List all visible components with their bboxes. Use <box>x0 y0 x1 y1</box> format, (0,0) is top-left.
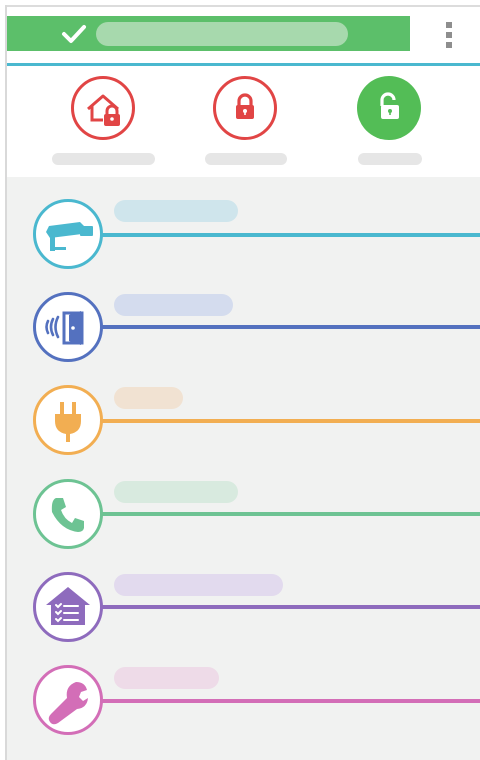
home-armed-mode-button[interactable] <box>71 76 135 140</box>
door-sensors-row-line <box>97 325 480 329</box>
smart-plugs-row-button[interactable] <box>33 385 103 455</box>
home-checklist-row-button[interactable] <box>33 572 103 642</box>
smart-plugs-row-line <box>97 419 480 423</box>
disarmed-mode-label <box>358 153 422 165</box>
home-checklist-row-label[interactable] <box>114 574 283 596</box>
status-message <box>96 22 348 46</box>
arm-mode-selector <box>7 66 480 177</box>
door-sensors-row-label[interactable] <box>114 294 233 316</box>
phone-icon <box>51 498 84 532</box>
home-checklist-row-line <box>97 605 480 609</box>
unlock-icon <box>380 92 399 119</box>
settings-row-label[interactable] <box>114 667 219 689</box>
home-armed-mode-label <box>52 153 155 165</box>
phone-row-label[interactable] <box>114 481 238 503</box>
app-screen <box>0 0 480 760</box>
cameras-row-label[interactable] <box>114 200 238 222</box>
cameras-row-line <box>97 233 480 237</box>
door-sensor-icon <box>45 311 84 345</box>
door-sensors-row-button[interactable] <box>33 292 103 362</box>
security-camera-icon <box>46 222 93 251</box>
disarmed-mode-button[interactable] <box>357 76 421 140</box>
armed-mode-button[interactable] <box>213 76 277 140</box>
phone-row-button[interactable] <box>33 479 103 549</box>
phone-row-line <box>97 512 480 516</box>
smart-plugs-row-label[interactable] <box>114 387 183 409</box>
power-plug-icon <box>55 402 81 442</box>
house-checklist-icon <box>46 587 90 625</box>
feature-list <box>7 177 480 760</box>
lock-icon <box>236 93 254 119</box>
house-lock-icon <box>87 94 120 126</box>
checkmark-icon <box>62 25 86 43</box>
cameras-row-button[interactable] <box>33 199 103 269</box>
frame-border <box>5 5 480 7</box>
overflow-menu-icon[interactable] <box>444 20 454 50</box>
settings-row-line <box>97 699 480 703</box>
armed-mode-label <box>205 153 287 165</box>
wrench-icon <box>48 682 88 725</box>
settings-row-button[interactable] <box>33 665 103 735</box>
